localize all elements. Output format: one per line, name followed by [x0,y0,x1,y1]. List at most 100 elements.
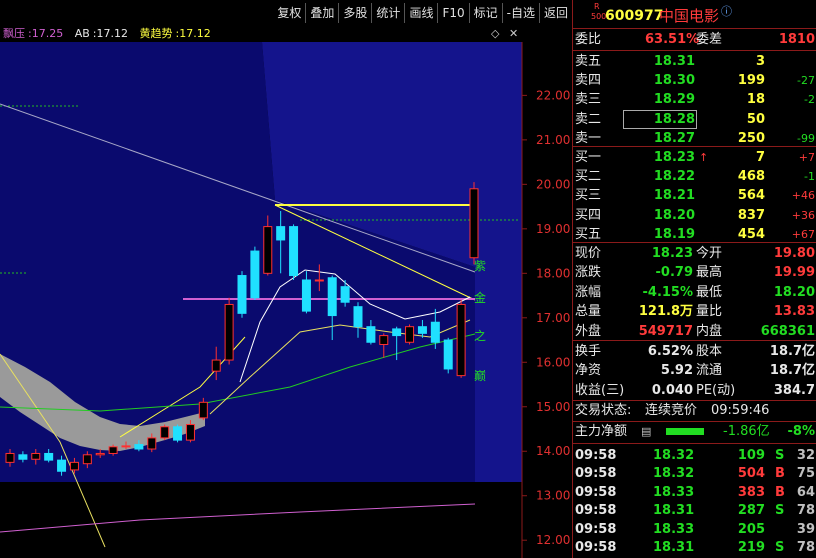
indicator-bar: 飘压:17.25 AB:17.12 黄趋势:17.12 ◇ ✕ [3,26,519,42]
level-volume: 250 [737,130,765,146]
tick-price: 18.31 [653,503,695,519]
candle-body [289,226,299,277]
huang-value: 17.12 [179,27,211,40]
candle-body [314,279,324,282]
tick-count: 32 [796,448,815,463]
y-tick-label: 17.00 [536,311,570,325]
level-price: 18.22 [653,169,695,185]
tick-price: 18.32 [653,466,695,482]
trade-status-time: 09:59:46 [711,403,770,418]
tick-side: S [775,540,785,555]
main-flow-row: 主力净额 ▤ -1.86亿 -8% [573,422,816,441]
tick-row[interactable]: 09:58 18.31 219 S 78 [573,538,816,557]
bid-row[interactable]: 买五 18.19 454 +67 [573,225,816,244]
info-circle-icon[interactable]: ⓘ [721,1,732,23]
bid-row[interactable]: 买一 18.23 ↑ 7 +7 [573,148,816,167]
side-label-0: 紫 [474,259,486,273]
stat-value: 6.52% [647,344,693,359]
candle-body [57,459,67,472]
tick-volume: 287 [737,503,765,519]
candle-body [237,275,247,314]
candle-body [134,444,144,450]
diamond-icon[interactable]: ◇ [491,26,499,42]
candle [160,424,170,441]
level-volume: 7 [755,150,765,165]
tick-row[interactable]: 09:58 18.32 504 B 75 [573,464,816,483]
mark-button[interactable]: 标记 [470,3,503,23]
stat-label: 现价 [575,246,602,261]
candle-body [185,424,195,441]
stat-row: 涨跌 -0.79 最高 19.99 [573,263,816,282]
tick-volume: 383 [737,484,765,500]
level-label: 卖二 [575,111,602,127]
top-bar: 复权 叠加 多股 统计 画线 F10 标记 -自选 返回 [0,0,572,26]
stat-row: 涨幅 -4.15% 最低 18.20 [573,283,816,302]
level-volume: 468 [737,169,765,185]
weibi-label: 委比 [575,32,602,47]
stat-row: 总量 121.8万 量比 13.83 [573,302,816,321]
ask-row[interactable]: 卖一 18.27 250 -99 [573,129,816,148]
candle [443,337,453,374]
bid-row[interactable]: 买三 18.21 564 +46 [573,186,816,205]
overlay-button[interactable]: 叠加 [306,3,340,23]
back-button[interactable]: 返回 [540,3,572,23]
tick-volume: 219 [737,540,765,555]
bid-row[interactable]: 买四 18.20 837 +36 [573,206,816,225]
multi-stock-button[interactable]: 多股 [339,3,373,23]
stat-value: 121.8万 [638,304,693,320]
list-icon[interactable]: ▤ [641,422,651,441]
close-icon[interactable]: ✕ [509,26,518,42]
tick-row[interactable]: 09:58 18.32 109 S 32 [573,446,816,465]
level-change: +46 [791,189,815,203]
restore-rights-button[interactable]: 复权 [273,3,307,23]
stat-label: 最低 [696,284,723,300]
stat-value: 13.83 [773,304,815,320]
draw-line-button[interactable]: 画线 [405,3,439,23]
stat-value: 19.99 [773,265,815,281]
stat-label: 最高 [696,265,723,281]
stat-row: 换手 6.52% 股本 18.7亿 [573,342,816,361]
tick-price: 18.31 [653,540,695,555]
trade-status-row: 交易状态: 连续竞价 09:59:46 [573,401,816,420]
candle-body [276,226,286,241]
stat-value: -0.79 [655,265,693,281]
candle-body [379,335,389,345]
r-badge: R [594,2,600,11]
f10-button[interactable]: F10 [438,3,470,23]
candle-body [327,277,337,317]
tick-count: 39 [796,521,815,537]
candle-body [301,279,311,312]
candle-body [108,446,118,454]
candle-body [44,452,54,461]
ask-row[interactable]: 卖二 18.28 50 [573,109,816,129]
kline-chart[interactable]: 22.00 21.00 20.00 19.00 18.00 17.00 16.00 15.00… [0,42,572,558]
y-tick-label: 18.00 [536,266,570,280]
500-badge: 500 [591,12,607,21]
ask-row[interactable]: 卖三 18.29 18 -2 [573,90,816,109]
remove-watchlist-button[interactable]: -自选 [503,3,540,23]
main-flow-value: -1.86亿 [723,424,770,439]
ask-row[interactable]: 卖四 18.30 199 -27 [573,71,816,90]
statistics-button[interactable]: 统计 [372,3,406,23]
ask-row[interactable]: 卖五 18.31 3 [573,52,816,71]
candle-body [405,326,415,343]
bid-row[interactable]: 买二 18.22 468 -1 [573,167,816,186]
candle-body [173,426,183,441]
tick-row[interactable]: 09:58 18.31 287 S 78 [573,501,816,520]
level-label: 买二 [575,169,602,185]
tick-row[interactable]: 09:58 18.33 205 39 [573,520,816,539]
level-price: 18.30 [653,73,695,89]
y-tick-label: 21.00 [536,133,570,147]
candle [173,424,183,443]
stat-label: 股本 [696,344,723,359]
y-tick-label: 19.00 [536,222,570,236]
level-price: 18.21 [653,188,695,204]
main-flow-label: 主力净额 [575,424,628,439]
level-price: 18.29 [653,92,695,108]
level-label: 卖三 [575,92,602,108]
level-change: -99 [797,131,815,145]
candle [237,271,247,318]
level-change: +67 [791,227,815,241]
candle [289,224,299,280]
tick-row[interactable]: 09:58 18.33 383 B 64 [573,483,816,502]
